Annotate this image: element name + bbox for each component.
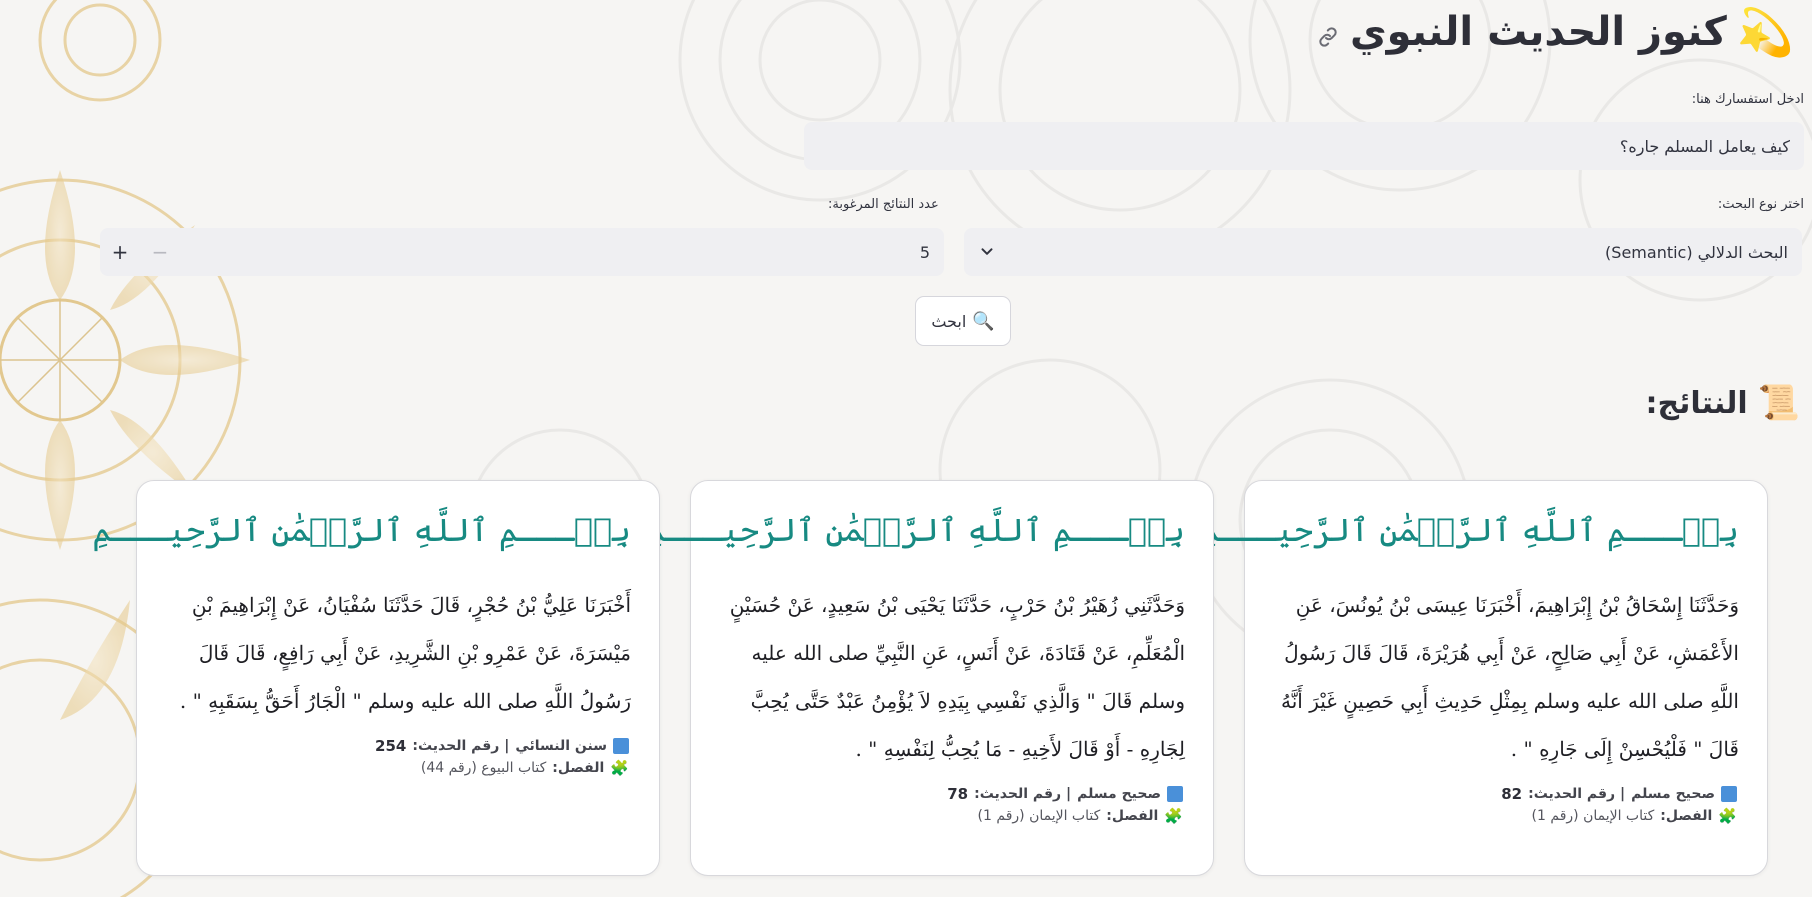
hadith-text: وَحَدَّثَنِي زُهَيْرُ بْنُ حَرْبٍ، حَدَّ…: [729, 593, 1185, 761]
search-type-value: البحث الدلالي (Semantic): [1605, 242, 1788, 262]
source-line: صحيح مسلم | رقم الحديث: 78: [719, 783, 1183, 805]
hadith-number-label: | رقم الحديث:: [974, 786, 1072, 802]
hadith-number-label: | رقم الحديث:: [412, 738, 510, 754]
query-label: ادخل استفسارك هنا:: [1691, 92, 1804, 107]
chapter-value: كتاب الإيمان (رقم 1): [1531, 808, 1655, 824]
chapter-line: 🧩 الفصل: كتاب الإيمان (رقم 1): [719, 805, 1183, 827]
chapter-line: 🧩 الفصل: كتاب البيوع (رقم 44): [165, 757, 629, 779]
book-icon: [1167, 786, 1183, 802]
puzzle-icon: 🧩: [1718, 806, 1737, 825]
source-name: سنن النسائي: [515, 738, 607, 754]
search-type-select[interactable]: البحث الدلالي (Semantic): [964, 228, 1802, 276]
search-button[interactable]: 🔍 ابحث: [915, 296, 1011, 346]
hadith-number-label: | رقم الحديث:: [1528, 786, 1626, 802]
increment-button[interactable]: +: [100, 228, 140, 276]
hadith-card: بِسۡـــمِ ٱللَّهِ ٱلرَّحۡمَٰنِ ٱلرَّحِيـ…: [646, 480, 1214, 876]
hadith-text: أَخْبَرَنَا عَلِيُّ بْنُ حُجْرٍ، قَالَ ح…: [179, 593, 631, 713]
hadith-number: 78: [947, 785, 969, 803]
app-title: كنوز الحديث النبوي: [1350, 9, 1727, 55]
book-icon: [613, 738, 629, 754]
hadith-card: بِسۡـــمِ ٱللَّهِ ٱلرَّحۡمَٰنِ ٱلرَّحِيـ…: [92, 480, 660, 876]
result-count-label: عدد النتائج المرغوبة:: [828, 197, 939, 212]
result-count-input[interactable]: 5: [180, 243, 944, 262]
page-title: 💫 كنوز الحديث النبوي: [1316, 2, 1794, 62]
results-header: 📜 النتائج:: [1645, 378, 1800, 428]
chapter-line: 🧩 الفصل: كتاب الإيمان (رقم 1): [1273, 805, 1737, 827]
results-title: النتائج:: [1645, 385, 1748, 421]
link-icon[interactable]: [1316, 25, 1340, 49]
puzzle-icon: 🧩: [1164, 806, 1183, 825]
hadith-meta: صحيح مسلم | رقم الحديث: 82 🧩 الفصل: كتاب…: [1273, 783, 1739, 827]
hadith-card: بِسۡـــمِ ٱللَّهِ ٱلرَّحۡمَٰنِ ٱلرَّحِيـ…: [1200, 480, 1768, 876]
app-root: 💫 كنوز الحديث النبوي ادخل استفسارك هنا: …: [0, 0, 1812, 897]
hadith-text: وَحَدَّثَنَا إِسْحَاقُ بْنُ إِبْرَاهِيمَ…: [1280, 593, 1739, 761]
chapter-label: الفصل:: [1660, 808, 1713, 824]
search-button-label: ابحث: [931, 311, 967, 331]
basmala: بِسۡـــمِ ٱللَّهِ ٱلرَّحۡمَٰنِ ٱلرَّحِيـ…: [646, 511, 1185, 549]
source-line: سنن النسائي | رقم الحديث: 254: [165, 735, 629, 757]
magnifier-icon: 🔍: [972, 310, 995, 332]
hadith-number: 254: [375, 737, 407, 755]
hadith-meta: صحيح مسلم | رقم الحديث: 78 🧩 الفصل: كتاب…: [719, 783, 1185, 827]
puzzle-icon: 🧩: [610, 758, 629, 777]
shooting-star-icon: 💫: [1736, 5, 1794, 59]
chapter-value: كتاب البيوع (رقم 44): [420, 760, 547, 776]
hadith-meta: سنن النسائي | رقم الحديث: 254 🧩 الفصل: ك…: [165, 735, 631, 779]
chapter-value: كتاب الإيمان (رقم 1): [977, 808, 1101, 824]
chevron-down-icon: [981, 248, 993, 255]
search-type-label: اختر نوع البحث:: [1717, 197, 1804, 212]
chapter-label: الفصل:: [1106, 808, 1159, 824]
scroll-icon: 📜: [1757, 383, 1800, 423]
decrement-button[interactable]: −: [140, 228, 180, 276]
source-name: صحيح مسلم: [1631, 786, 1715, 802]
query-input[interactable]: [804, 122, 1804, 170]
basmala: بِسۡـــمِ ٱللَّهِ ٱلرَّحۡمَٰنِ ٱلرَّحِيـ…: [1200, 511, 1739, 549]
basmala: بِسۡـــمِ ٱللَّهِ ٱلرَّحۡمَٰنِ ٱلرَّحِيـ…: [92, 511, 631, 549]
hadith-number: 82: [1501, 785, 1523, 803]
chapter-label: الفصل:: [552, 760, 605, 776]
source-line: صحيح مسلم | رقم الحديث: 82: [1273, 783, 1737, 805]
result-count-stepper: + − 5: [100, 228, 944, 276]
source-name: صحيح مسلم: [1077, 786, 1161, 802]
book-icon: [1721, 786, 1737, 802]
